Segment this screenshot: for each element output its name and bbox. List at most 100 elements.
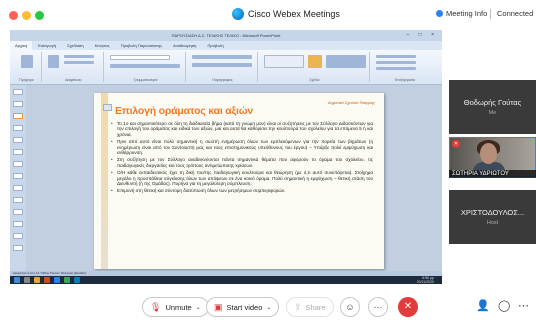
slide-thumbnail xyxy=(13,233,23,239)
participants-button[interactable]: 👤 xyxy=(476,299,490,312)
slide-title: Επιλογή οράματος και αξιών xyxy=(115,105,254,117)
close-icon: ✕ xyxy=(403,301,413,312)
title-bar: Cisco Webex Meetings Meeting Info Connec… xyxy=(0,0,536,30)
ribbon-group: Παράγραφος xyxy=(188,52,258,82)
share-button[interactable]: ⇪ Share xyxy=(286,297,334,317)
new-slide-icon xyxy=(48,55,59,68)
search-icon xyxy=(24,277,30,283)
font-box-icon xyxy=(110,55,170,60)
ribbon-tab: Εισαγωγή xyxy=(38,43,56,48)
participant-video-name: ΣΩΤΗΡΙΑ ΥΔΡΙΩΤΟΥ xyxy=(449,170,536,178)
participant-tile-host[interactable]: ΧΡΙΣΤΟΔΟΥΛΟΣ... Host xyxy=(449,190,536,244)
leave-meeting-button[interactable]: ✕ xyxy=(398,297,418,317)
slide-bullet: Το 1ο και σημαντικότερο σε όλη τη διαδικ… xyxy=(111,121,373,137)
slide-thumbnail xyxy=(13,137,23,143)
close-window-button[interactable] xyxy=(9,11,18,20)
clock-date: 20/11/2020 xyxy=(416,280,434,284)
chat-button[interactable]: ◯ xyxy=(498,299,510,312)
chat-icon: ◯ xyxy=(498,300,511,312)
share-label: Share xyxy=(305,302,326,312)
folder-icon xyxy=(34,277,40,283)
slide-bullets: Το 1ο και σημαντικότερο σε όλη τη διαδικ… xyxy=(111,121,373,196)
reactions-button[interactable]: ☺ xyxy=(340,297,360,317)
replace-icon xyxy=(376,61,416,64)
shared-taskbar: 6:56 μμ 20/11/2020 xyxy=(10,276,442,284)
shared-window-controls: – □ × xyxy=(406,32,438,38)
start-icon xyxy=(14,277,20,283)
mic-muted-icon: ✕ xyxy=(452,140,460,148)
slide-subtitle: Δημοτικό Σχολείο Τσάρμης xyxy=(327,100,375,105)
app-title: Cisco Webex Meetings xyxy=(232,8,340,20)
slide-thumbnail xyxy=(13,125,23,131)
browser-icon xyxy=(54,277,60,283)
ribbon-tab: Σχεδίαση xyxy=(67,43,84,48)
participant-role: Host xyxy=(486,220,499,226)
reset-icon xyxy=(64,61,94,64)
chevron-down-icon[interactable]: ⌄ xyxy=(196,304,201,311)
minimize-window-button[interactable] xyxy=(22,11,31,20)
slide-area: Δημοτικό Σχολείο Τσάρμης Επιλογή οράματο… xyxy=(26,85,442,271)
meeting-controls: 🎙 Unmute ⌄ ▣ Start video ⌄ ⇪ Share ☺ ···… xyxy=(0,292,536,322)
app-title-text: Cisco Webex Meetings xyxy=(248,9,340,19)
layout-icon xyxy=(64,55,94,58)
slide-thumbnail xyxy=(13,245,23,251)
shared-screen: ΠΑΡΟΥΣΙΑΣΗ Δ.Σ. ΤΕΛΙΚΗΣ ΤΕΛΙΚΟ - Microso… xyxy=(10,30,442,284)
slide-bullet: Πριν από αυτό είναι πολύ σημαντική η σωσ… xyxy=(111,139,373,155)
start-video-label: Start video xyxy=(226,302,263,312)
ribbon-tab: Αναθεώρηση xyxy=(173,43,197,48)
slide-thumbnail xyxy=(13,113,23,119)
participant-role: Me xyxy=(488,110,497,116)
find-icon xyxy=(376,55,416,58)
divider xyxy=(490,9,491,19)
participant-tile-me[interactable]: Θοδωρής Γούτας Me xyxy=(449,80,536,134)
connection-status[interactable]: Connected xyxy=(497,9,533,18)
participants-panel: Θοδωρής Γούτας Me ✕ ΣΩΤΗΡΙΑ ΥΔΡΙΩΤΟΥ ΧΡΙ… xyxy=(444,30,536,292)
slide-logo-icon xyxy=(103,104,112,111)
slide-thumbnail xyxy=(13,89,23,95)
meeting-info-label: Meeting Info xyxy=(446,9,488,18)
video-off-icon: ▣ xyxy=(214,301,223,312)
more-panels-button[interactable]: ⋯ xyxy=(518,299,529,312)
start-video-button[interactable]: ▣ Start video ⌄ xyxy=(206,297,280,317)
font-format-icon xyxy=(110,64,180,68)
arrange-icon xyxy=(308,55,322,68)
clock: 6:56 μμ 20/11/2020 xyxy=(417,276,434,284)
participant-name: ΧΡΙΣΤΟΔΟΥΛΟΣ... xyxy=(460,208,525,217)
people-icon: 👤 xyxy=(476,300,490,312)
more-icon: ⋯ xyxy=(518,300,529,312)
participant-name: Θοδωρής Γούτας xyxy=(463,98,522,107)
meeting-info-button[interactable]: Meeting Info xyxy=(436,9,487,18)
ribbon-tab: Αρχική xyxy=(10,41,33,50)
quick-styles-icon xyxy=(326,55,366,68)
slide-decoration xyxy=(101,93,108,269)
more-button[interactable]: ··· xyxy=(368,297,388,317)
paste-icon xyxy=(21,55,33,68)
more-icon: ··· xyxy=(373,302,383,312)
shapes-icon xyxy=(264,55,304,68)
ribbon-group: Γραμματοσειρά xyxy=(106,52,186,82)
chevron-down-icon[interactable]: ⌄ xyxy=(266,304,271,311)
unmute-label: Unmute xyxy=(165,302,192,312)
powerpoint-icon xyxy=(44,277,50,283)
info-icon xyxy=(436,10,443,17)
slide: Δημοτικό Σχολείο Τσάρμης Επιλογή οράματο… xyxy=(94,93,384,269)
ribbon-group: Σχέδιο xyxy=(260,52,370,82)
slide-thumbnail xyxy=(13,185,23,191)
slide-thumbnail xyxy=(13,197,23,203)
slide-bullet: Στη συζήτηση με τον Σύλλογο αναδεικνύοντ… xyxy=(111,157,373,168)
unmute-button[interactable]: 🎙 Unmute ⌄ xyxy=(142,297,209,317)
ribbon-tab: Προβολή xyxy=(207,43,224,48)
ribbon-tabs: Αρχική Εισαγωγή Σχεδίαση Κινήσεις Προβολ… xyxy=(10,41,442,50)
slide-thumbnail xyxy=(13,221,23,227)
ribbon: Πρόχειρο Διαφάνειες Γραμματοσειρά Παράγρ… xyxy=(10,50,442,85)
align-icon xyxy=(192,63,252,67)
list-format-icon xyxy=(192,55,252,59)
ribbon-group: Πρόχειρο xyxy=(12,52,42,82)
slide-thumbnail xyxy=(13,149,23,155)
ribbon-group: Επεξεργασία xyxy=(372,52,438,82)
slide-bullet: Ο/Η κάθε εκπαιδευτικός έχει τη δική του/… xyxy=(111,170,373,186)
maximize-window-button[interactable] xyxy=(35,11,44,20)
shared-app-title: ΠΑΡΟΥΣΙΑΣΗ Δ.Σ. ΤΕΛΙΚΗΣ ΤΕΛΙΚΟ - Microso… xyxy=(10,30,442,41)
ribbon-tab: Κινήσεις xyxy=(94,43,110,48)
webex-taskbar-icon xyxy=(74,277,80,283)
